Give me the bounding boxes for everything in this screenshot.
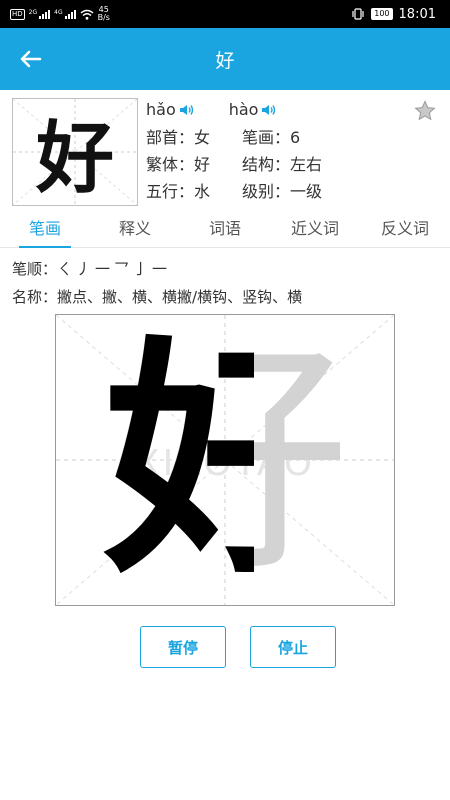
info-row: 五行：水 级别：一级 — [146, 178, 322, 202]
animated-stroke-character: 好 — [74, 329, 254, 580]
back-button[interactable] — [16, 44, 46, 74]
network-speed-unit: B/s — [97, 13, 110, 22]
status-left: HD 2G 4G 45 B/s — [10, 6, 110, 22]
info-row: 繁体：好 结构：左右 — [146, 151, 322, 175]
element-info: 五行：水 — [146, 182, 211, 201]
signal-2g-icon: 2G — [28, 9, 51, 19]
traditional-info: 繁体：好 — [146, 155, 211, 174]
stroke-name-label: 名称： — [12, 288, 58, 306]
character-box: 好 — [12, 98, 138, 206]
tab-bar: 笔画 释义 词语 近义词 反义词 — [0, 214, 450, 248]
pause-button[interactable]: 暂停 — [140, 626, 226, 668]
stroke-order-label: 笔顺： — [12, 260, 58, 278]
structure-info: 结构：左右 — [242, 155, 323, 174]
character-glyph: 好 — [35, 113, 114, 204]
level-info: 级别：一级 — [242, 182, 323, 201]
stroke-animation-grid: XIAOTAO 好 好 — [55, 314, 395, 606]
radical-info: 部首：女 — [146, 128, 211, 147]
pinyin-item[interactable]: hào — [229, 100, 278, 119]
animated-stroke-glyph: 好 — [104, 329, 254, 580]
tab-words[interactable]: 词语 — [180, 214, 270, 247]
signal-2g-label: 2G — [28, 9, 38, 16]
tab-synonyms[interactable]: 近义词 — [270, 214, 360, 247]
network-speed: 45 B/s — [98, 6, 110, 22]
pinyin-text: hǎo — [146, 100, 176, 119]
star-icon[interactable] — [414, 100, 436, 122]
speaker-icon[interactable] — [179, 103, 195, 117]
info-row: 部首：女 笔画：6 — [146, 124, 300, 148]
clock: 18:01 — [398, 6, 436, 22]
page-title: 好 — [215, 49, 235, 72]
stroke-count-info: 笔画：6 — [242, 128, 301, 147]
status-right: 100 18:01 — [351, 7, 436, 22]
stroke-name-value: 撇点、撇、横、横撇/横钩、竖钩、横 — [57, 288, 303, 306]
tab-strokes[interactable]: 笔画 — [0, 214, 90, 248]
speaker-icon[interactable] — [261, 103, 277, 117]
pinyin-text: hào — [228, 100, 259, 119]
tab-definition[interactable]: 释义 — [90, 214, 180, 247]
tab-antonyms[interactable]: 反义词 — [360, 214, 450, 247]
battery-icon: 100 — [371, 8, 393, 20]
wifi-icon — [80, 9, 94, 20]
status-bar: HD 2G 4G 45 B/s 100 18:01 — [0, 0, 450, 28]
pinyin-item[interactable]: hǎo — [146, 100, 195, 119]
pinyin-row: hǎo hào — [146, 100, 277, 119]
vibrate-icon — [352, 8, 364, 20]
arrow-left-icon — [20, 50, 42, 68]
stroke-name-line: 名称：撇点、撇、横、横撇/横钩、竖钩、横 — [12, 286, 302, 307]
stop-button[interactable]: 停止 — [250, 626, 336, 668]
app-bar: 好 — [0, 28, 450, 90]
hd-badge: HD — [10, 8, 25, 20]
stroke-order-value: ㄑ丿一乛亅一 — [57, 260, 172, 278]
signal-4g-icon: 4G — [54, 9, 76, 19]
stroke-order-line: 笔顺：ㄑ丿一乛亅一 — [12, 258, 171, 279]
signal-4g-label: 4G — [54, 9, 63, 16]
